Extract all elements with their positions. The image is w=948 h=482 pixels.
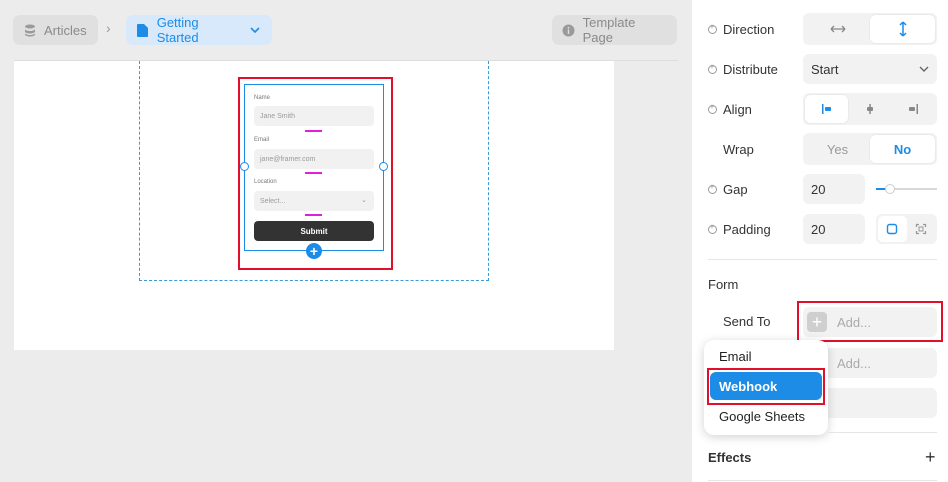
chevron-down-icon: [919, 66, 929, 72]
gap-input[interactable]: 20: [803, 174, 865, 204]
wrap-row: Wrap: [723, 132, 754, 166]
distribute-select[interactable]: Start: [803, 54, 937, 84]
padding-row: Padding: [708, 212, 771, 246]
dropdown-item-email[interactable]: Email: [719, 349, 752, 364]
direction-vertical-option[interactable]: [870, 15, 935, 43]
distribute-label: Distribute: [723, 61, 778, 77]
distribute-row: Distribute: [708, 52, 778, 86]
chevron-down-icon: ⌄: [361, 197, 367, 204]
align-row: Align: [708, 92, 752, 126]
plus-circle-icon: [708, 222, 717, 234]
add-effect-button[interactable]: +: [925, 447, 936, 468]
effects-section-title: Effects: [708, 450, 752, 465]
padding-label: Padding: [723, 221, 771, 237]
form-section-title: Form: [708, 277, 739, 292]
breadcrumb-current-label: Getting Started: [156, 15, 199, 45]
padding-uniform-option[interactable]: [878, 216, 907, 242]
align-label: Align: [723, 101, 752, 117]
direction-row: Direction: [708, 12, 774, 46]
divider: [708, 480, 937, 481]
plus-circle-icon: [708, 102, 717, 114]
distribute-value: Start: [811, 61, 839, 77]
info-icon: [562, 23, 576, 37]
form-email-label: Email: [254, 137, 270, 143]
breadcrumb-articles-label: Articles: [44, 22, 87, 38]
form-submit-button[interactable]: Submit: [254, 221, 374, 241]
add-element-icon[interactable]: +: [306, 243, 322, 259]
align-start-option[interactable]: [805, 95, 849, 123]
gap-marker: [305, 214, 322, 216]
dropdown-item-google-sheets[interactable]: Google Sheets: [719, 409, 805, 424]
resize-handle-right[interactable]: [379, 162, 388, 171]
padding-mode-toggle[interactable]: [876, 214, 937, 244]
direction-toggle[interactable]: [803, 13, 937, 45]
send-to-label: Send To: [723, 314, 771, 329]
form-location-select[interactable]: Select...: [254, 191, 374, 211]
arrow-horizontal-icon: [830, 25, 845, 33]
direction-horizontal-option[interactable]: [805, 15, 870, 43]
wrap-yes-option[interactable]: Yes: [805, 135, 870, 163]
gap-row: Gap: [708, 172, 748, 206]
wrap-label: Wrap: [723, 141, 754, 157]
gap-slider-handle[interactable]: [885, 184, 895, 194]
padding-input[interactable]: 20: [803, 214, 865, 244]
divider: [828, 432, 937, 433]
gap-label: Gap: [723, 181, 748, 197]
align-left-icon: [821, 104, 831, 114]
breadcrumb-articles[interactable]: Articles: [13, 15, 98, 45]
plus-circle-icon: [708, 62, 717, 74]
template-page-button[interactable]: Template Page: [552, 15, 677, 45]
webhook-highlight: [707, 368, 825, 405]
form-email-input[interactable]: jane@framer.com: [254, 149, 374, 169]
plus-circle-icon: [708, 182, 717, 194]
direction-label: Direction: [723, 21, 775, 37]
breadcrumb-current-page[interactable]: Getting Started: [126, 15, 272, 45]
padding-sides-icon: [915, 223, 926, 235]
square-icon: [887, 223, 898, 235]
align-end-option[interactable]: [892, 95, 935, 123]
form-name-input[interactable]: Jane Smith: [254, 106, 374, 126]
form-location-label: Location: [254, 179, 277, 185]
padding-individual-option[interactable]: [907, 216, 936, 242]
chevron-down-icon: [248, 23, 262, 37]
wrap-toggle[interactable]: Yes No: [803, 133, 937, 165]
wrap-no-option[interactable]: No: [870, 135, 935, 163]
database-icon: [23, 23, 37, 37]
add-highlight: [797, 301, 943, 342]
plus-circle-icon: [708, 22, 717, 34]
arrow-vertical-icon: [898, 21, 907, 37]
form-name-label: Name: [254, 95, 271, 101]
align-center-option[interactable]: [848, 95, 891, 123]
template-page-label: Template Page: [582, 15, 636, 45]
gap-marker: [305, 130, 322, 132]
page-icon: [136, 23, 150, 37]
divider: [708, 259, 937, 260]
align-center-icon: [866, 104, 873, 114]
align-right-icon: [909, 104, 919, 114]
breadcrumb-separator: ›: [106, 20, 111, 36]
resize-handle-left[interactable]: [240, 162, 249, 171]
align-toggle[interactable]: [803, 93, 937, 125]
gap-marker: [305, 172, 322, 174]
